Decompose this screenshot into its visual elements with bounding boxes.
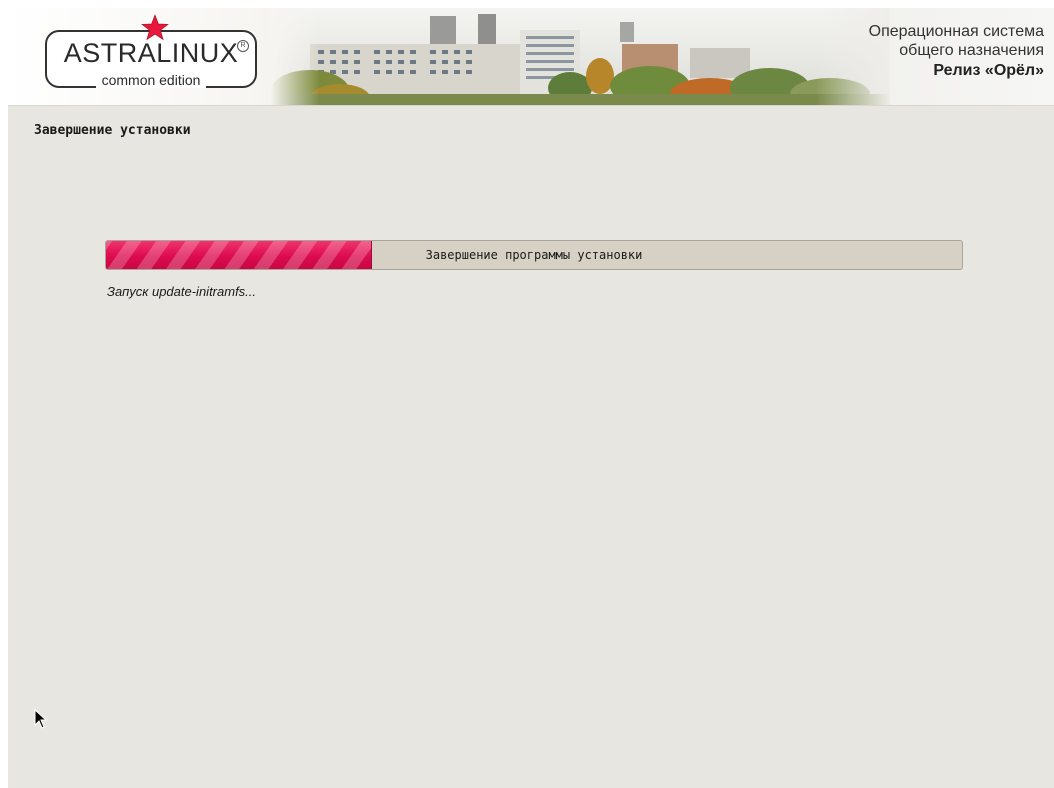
os-line-2: общего назначения [899,42,1044,59]
header-banner: ASTRALINUX R common edition Операционная… [8,8,1054,106]
step-title: Завершение установки [34,123,191,138]
progress-status: Запуск update-initramfs... [107,284,257,299]
progress-label: Завершение программы установки [425,248,643,262]
logo-title: ASTRALINUX [63,38,239,68]
arrow-cursor-icon [34,709,48,729]
install-progress-bar: Завершение программы установки [105,240,963,270]
installer-window: ASTRALINUX R common edition Операционная… [8,8,1054,788]
registered-mark-icon: R [237,40,249,52]
screen: ASTRALINUX R common edition Операционная… [0,0,1054,788]
logo-subtitle-text: common edition [95,72,207,88]
astralinux-logo: ASTRALINUX R common edition [45,14,259,88]
logo-subtitle: common edition [45,72,257,88]
os-line-1: Операционная система [868,23,1044,40]
city-skyline-image [270,8,890,105]
release-name: Релиз «Орёл» [933,62,1044,79]
release-info: Операционная система общего назначения Р… [869,22,1044,82]
